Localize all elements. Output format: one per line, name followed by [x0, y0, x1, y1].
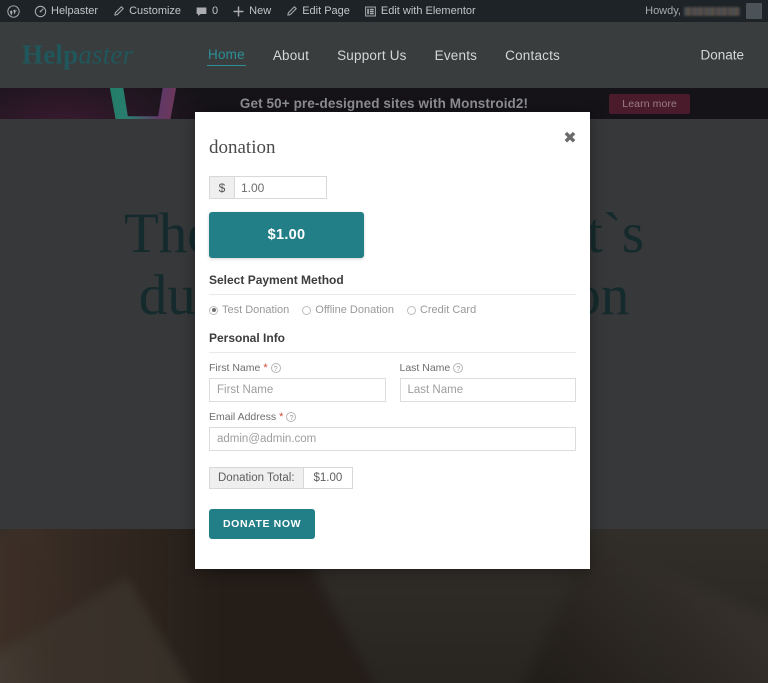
donation-amount-input[interactable] [234, 176, 327, 199]
gateway-label-credit-card: Credit Card [419, 304, 477, 316]
promo-text: Get 50+ pre-designed sites with Monstroi… [239, 96, 529, 111]
main-navigation: Home About Support Us Events Contacts [0, 22, 768, 88]
admin-bar-elementor-label: Edit with Elementor [380, 5, 476, 17]
email-label-text: Email Address [209, 411, 277, 423]
modal-header: donation ✖ [195, 112, 590, 170]
last-name-input[interactable] [399, 378, 576, 402]
admin-bar-customize-label: Customize [129, 5, 182, 17]
howdy-greeting: Howdy, [645, 5, 746, 17]
admin-bar-edit-page-label: Edit Page [302, 5, 350, 17]
donation-total-value: $1.00 [302, 467, 354, 489]
required-asterisk: * [263, 362, 268, 374]
first-name-input[interactable] [209, 378, 386, 402]
gateway-option-credit-card[interactable]: Credit Card [406, 304, 477, 316]
donate-now-button[interactable]: DONATE NOW [209, 509, 316, 539]
donation-amount-row: $ [209, 176, 576, 199]
promo-learn-more-button[interactable]: Learn more [609, 94, 690, 114]
email-field-row: Email Address * ? [209, 411, 576, 451]
wordpress-icon [7, 4, 20, 18]
last-name-label: Last Name ? [400, 362, 577, 374]
required-asterisk: * [279, 411, 284, 423]
username-redacted [684, 6, 740, 16]
nav-item-contacts[interactable]: Contacts [504, 45, 561, 66]
gateway-label-test-donation: Test Donation [222, 304, 290, 316]
admin-bar-wordpress-logo[interactable] [0, 0, 27, 22]
dashboard-icon [34, 5, 47, 18]
admin-bar-comments[interactable]: 0 [188, 0, 225, 22]
gateway-option-offline-donation[interactable]: Offline Donation [302, 304, 394, 316]
admin-bar-site-name-label: Helpaster [51, 5, 99, 17]
admin-bar-edit-page[interactable]: Edit Page [278, 0, 357, 22]
admin-bar-comments-count: 0 [212, 5, 219, 17]
first-name-field-group: First Name * ? [209, 362, 386, 402]
edit-icon [285, 5, 298, 18]
comment-icon [195, 5, 208, 18]
name-fields-row: First Name * ? Last Name ? [209, 362, 576, 402]
elementor-icon [364, 5, 377, 18]
nav-item-support-us[interactable]: Support Us [336, 45, 408, 66]
email-label: Email Address * ? [209, 411, 576, 423]
site-header: Helpaster Home About Support Us Events C… [0, 22, 768, 88]
last-name-label-text: Last Name [399, 362, 451, 374]
avatar [746, 3, 762, 19]
radio-icon-offline-donation[interactable] [302, 305, 312, 315]
help-icon[interactable]: ? [286, 412, 297, 422]
gateway-label-offline-donation: Offline Donation [315, 304, 394, 316]
plus-icon [232, 5, 245, 18]
admin-bar-new-label: New [249, 5, 272, 17]
email-input[interactable] [209, 427, 576, 451]
email-field-group: Email Address * ? [209, 411, 576, 451]
admin-bar-edit-with-elementor[interactable]: Edit with Elementor [357, 0, 483, 22]
select-payment-method-heading: Select Payment Method [209, 273, 576, 295]
close-icon[interactable]: ✖ [561, 130, 579, 148]
pencil-icon [112, 5, 125, 18]
first-name-label: First Name * ? [209, 362, 386, 374]
help-icon[interactable]: ? [453, 363, 464, 373]
donation-total-box: Donation Total: $1.00 [209, 467, 354, 489]
personal-info-heading: Personal Info [209, 331, 576, 353]
donation-modal: donation ✖ $ $1.00 Select Payment Method… [195, 112, 590, 569]
radio-icon-test-donation[interactable] [209, 305, 218, 315]
donation-total-label: Donation Total: [209, 467, 303, 489]
admin-bar-my-account[interactable]: Howdy, [645, 3, 768, 19]
modal-title: donation [209, 137, 276, 158]
header-donate-link[interactable]: Donate [700, 48, 744, 63]
page-root: Helpaster Customize 0 New Edit Page Edit… [0, 0, 768, 683]
promo-glow [0, 88, 220, 119]
nav-item-about[interactable]: About [272, 45, 310, 66]
admin-bar-left: Helpaster Customize 0 New Edit Page Edit… [0, 0, 483, 22]
admin-bar-new[interactable]: New [225, 0, 278, 22]
admin-bar-customize[interactable]: Customize [105, 0, 188, 22]
gateway-option-test-donation[interactable]: Test Donation [209, 304, 289, 316]
nav-item-home[interactable]: Home [207, 44, 246, 66]
currency-symbol: $ [209, 176, 234, 199]
first-name-label-text: First Name [209, 362, 261, 374]
wp-admin-bar: Helpaster Customize 0 New Edit Page Edit… [0, 0, 768, 22]
hero-line2-left: du [138, 264, 196, 327]
radio-icon-credit-card[interactable] [406, 305, 416, 315]
donation-amount-button[interactable]: $1.00 [209, 212, 364, 258]
modal-body: $ $1.00 Select Payment Method Test Donat… [195, 176, 590, 539]
last-name-field-group: Last Name ? [399, 362, 577, 402]
help-icon[interactable]: ? [270, 363, 281, 373]
nav-item-events[interactable]: Events [434, 45, 478, 66]
payment-gateway-options: Test Donation Offline Donation Credit Ca… [209, 304, 576, 316]
admin-bar-site-name[interactable]: Helpaster [27, 0, 105, 22]
